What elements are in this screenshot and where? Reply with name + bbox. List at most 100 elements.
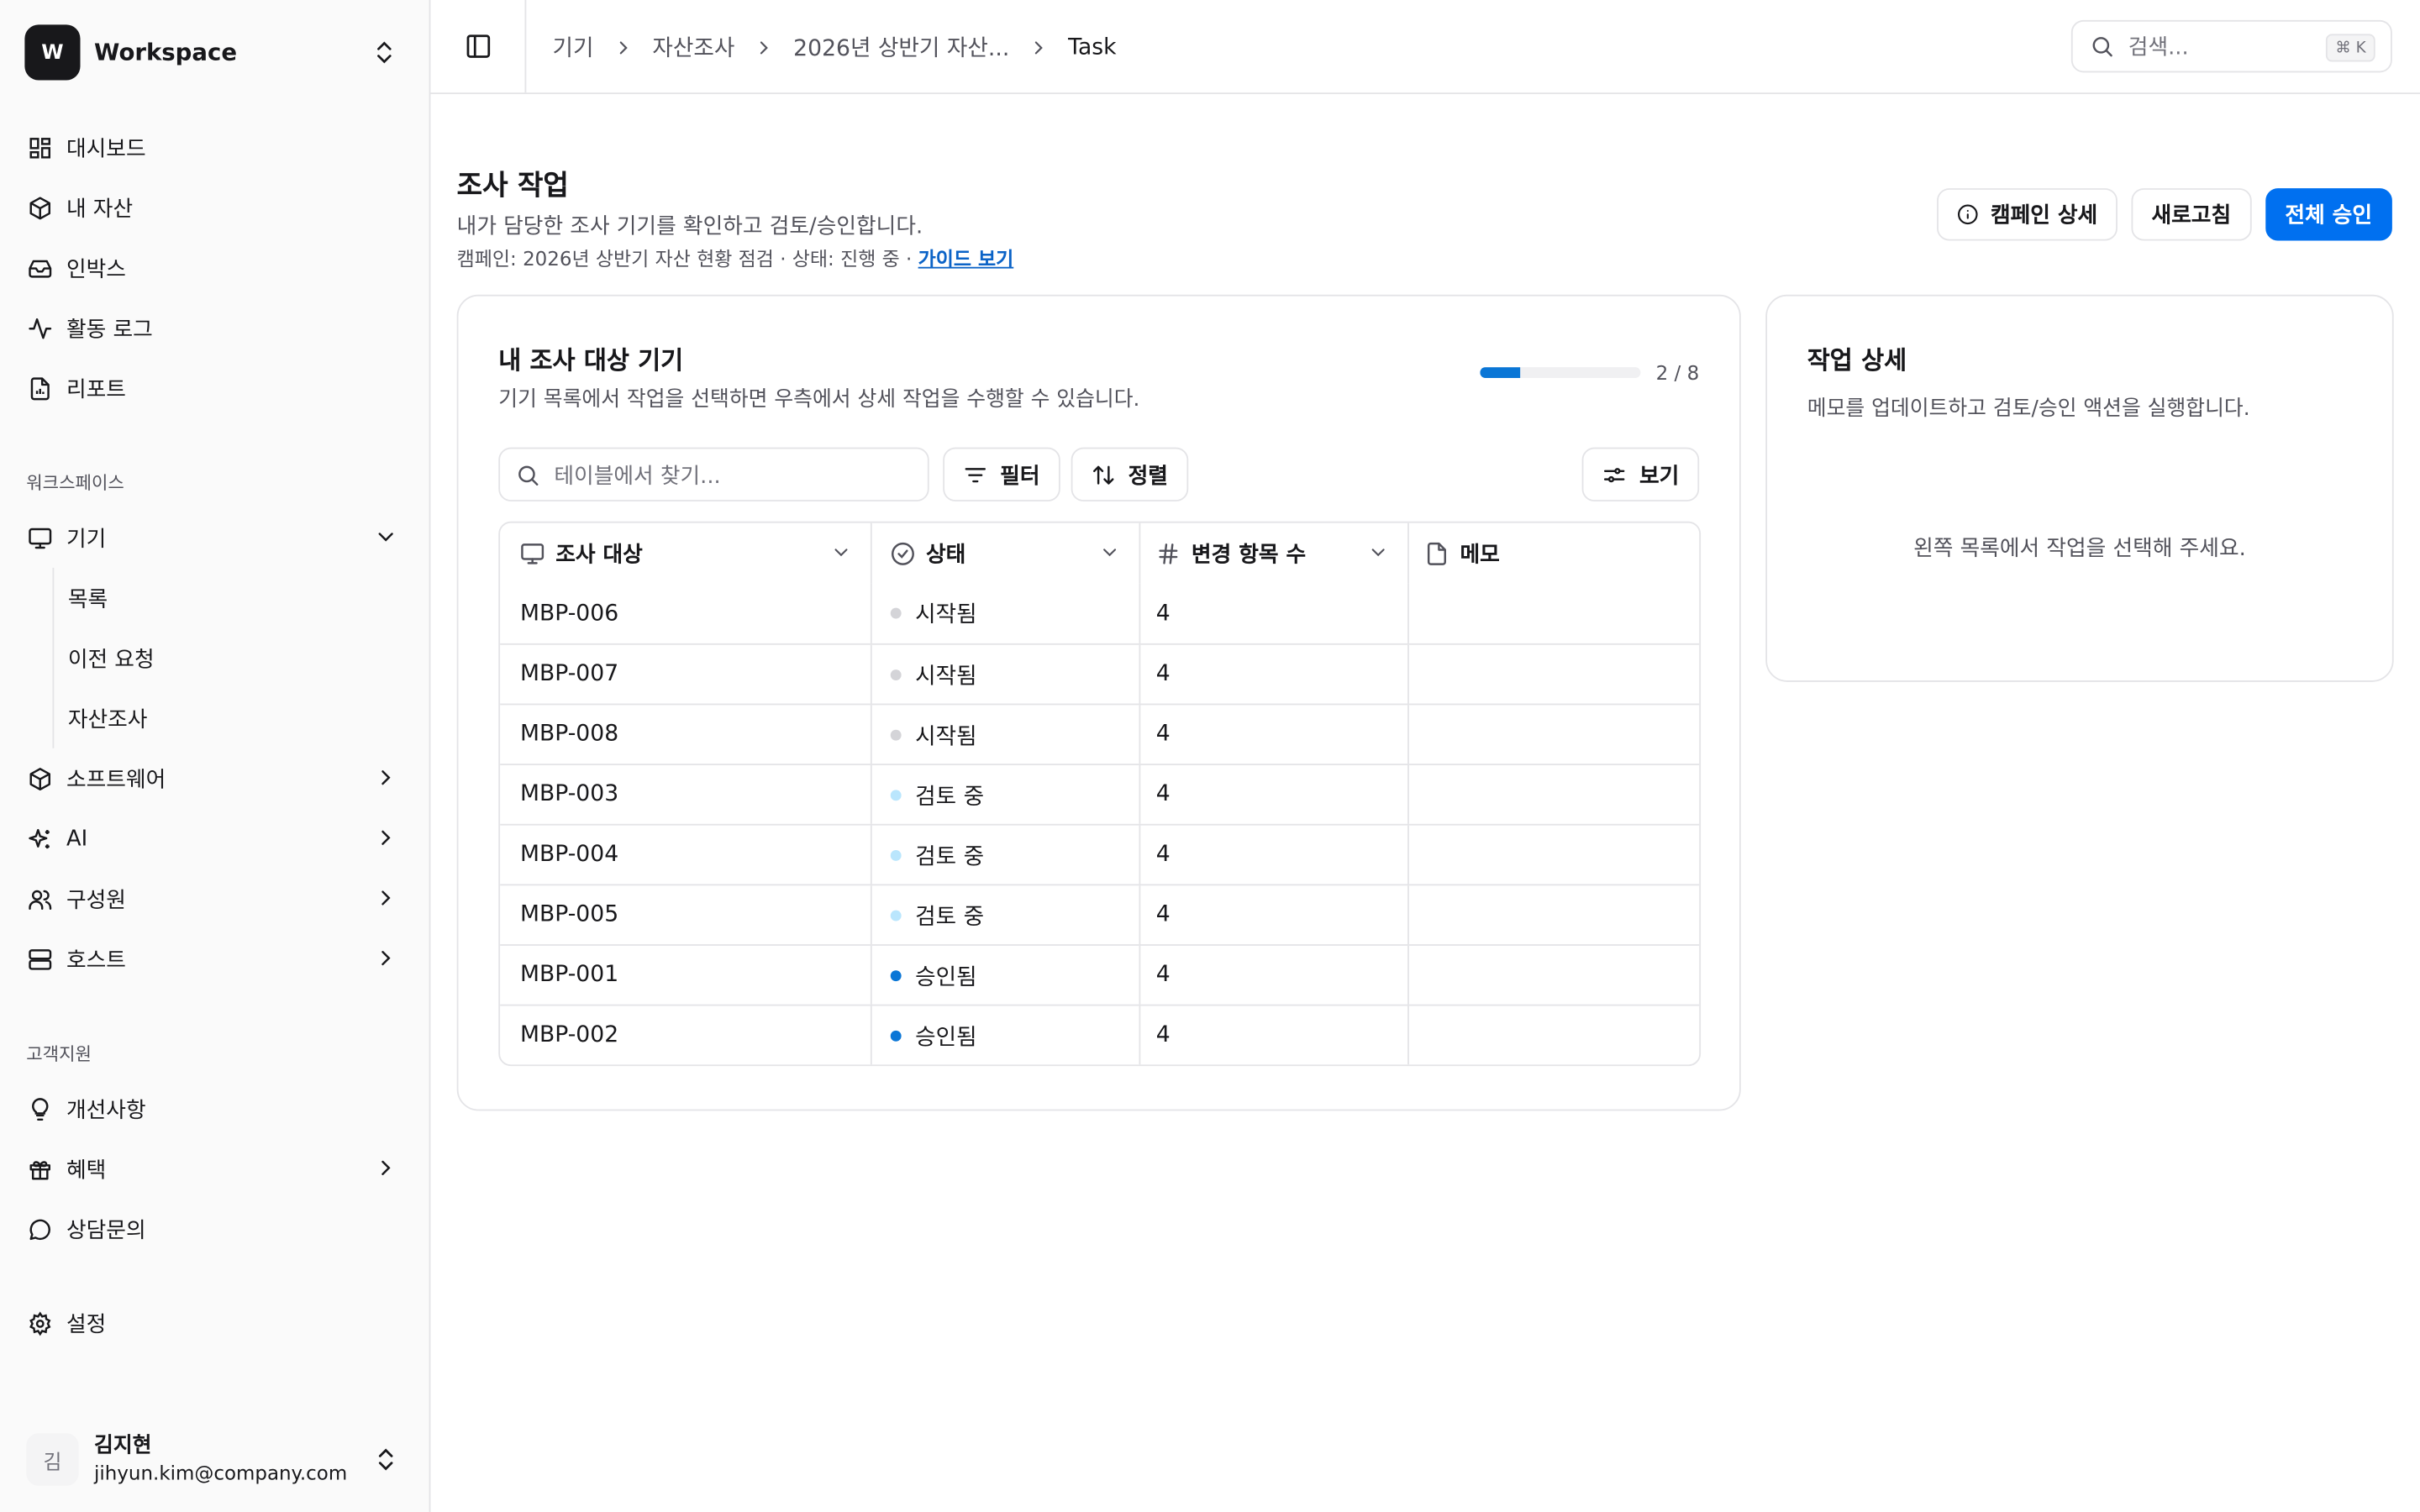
cell-memo[interactable] xyxy=(1407,583,1699,643)
sidebar-item-settings[interactable]: 설정 xyxy=(13,1293,417,1353)
cell-status: 시작됨 xyxy=(870,583,1139,643)
sort-button[interactable]: 정렬 xyxy=(1071,447,1188,501)
workspace-nav: 기기 목록 이전 요청 자산조사 소프트웨어 AI 구성원 호스트 xyxy=(13,507,417,989)
sidebar-item-label: 혜택 xyxy=(66,1158,107,1183)
status-badge: 검토 중 xyxy=(915,905,985,930)
campaign-detail-button[interactable]: 캠페인 상세 xyxy=(1936,188,2118,241)
filter-icon xyxy=(965,467,986,482)
sidebar-item-members[interactable]: 구성원 xyxy=(13,869,417,929)
status-dot xyxy=(890,789,902,801)
column-header-changes[interactable]: 변경 항목 수 xyxy=(1139,522,1407,584)
sidebar-subitem-asset-survey[interactable]: 자산조사 xyxy=(54,688,417,748)
breadcrumb-devices[interactable]: 기기 xyxy=(553,31,594,64)
cell-changes: 4 xyxy=(1139,885,1407,945)
sidebar-subitem-transfer-request[interactable]: 이전 요청 xyxy=(54,628,417,689)
sidebar-item-label: 소프트웨어 xyxy=(66,767,166,793)
chevron-right-icon xyxy=(760,40,769,54)
avatar: 김 xyxy=(26,1433,79,1486)
cell-memo[interactable] xyxy=(1407,644,1699,704)
table-row[interactable]: MBP-002 승인됨 4 xyxy=(500,1004,1700,1065)
lightbulb-icon xyxy=(26,1095,54,1122)
cell-changes: 4 xyxy=(1139,644,1407,704)
sidebar-item-improvements[interactable]: 개선사항 xyxy=(13,1079,417,1139)
table-row[interactable]: MBP-007 시작됨 4 xyxy=(500,643,1700,704)
filter-button[interactable]: 필터 xyxy=(943,447,1060,501)
card-description: 메모를 업데이트하고 검토/승인 액션을 실행합니다. xyxy=(1807,396,2250,422)
cell-changes: 4 xyxy=(1139,705,1407,764)
sidebar-item-report[interactable]: 리포트 xyxy=(13,358,417,418)
sidebar-item-software[interactable]: 소프트웨어 xyxy=(13,748,417,809)
monitor-icon xyxy=(521,543,544,564)
device-table: 조사 대상 상태 변경 항목 수 메모 MBP-006 시작됨 4 MBP-00… xyxy=(498,521,1702,1067)
sidebar-item-devices[interactable]: 기기 xyxy=(13,507,417,568)
status-badge: 시작됨 xyxy=(915,664,977,690)
column-label: 상태 xyxy=(926,542,966,567)
sidebar-item-label: 기기 xyxy=(66,527,107,552)
sidebar-item-consultation[interactable]: 상담문의 xyxy=(13,1199,417,1259)
sidebar-item-dashboard[interactable]: 대시보드 xyxy=(13,118,417,178)
guide-link[interactable]: 가이드 보기 xyxy=(918,247,1014,270)
sidebar-item-label: 내 자산 xyxy=(66,197,134,222)
workspace-logo: W xyxy=(24,24,81,81)
column-header-memo[interactable]: 메모 xyxy=(1407,522,1699,584)
column-header-target[interactable]: 조사 대상 xyxy=(500,523,871,584)
user-menu[interactable]: 김 김지현 jihyun.kim@company.com xyxy=(26,1429,406,1490)
sidebar-item-ai[interactable]: AI xyxy=(13,808,417,869)
cell-target: MBP-006 xyxy=(519,601,619,626)
cell-memo[interactable] xyxy=(1407,825,1699,885)
activity-icon xyxy=(26,314,54,342)
sidebar-subitem-list[interactable]: 목록 xyxy=(54,568,417,628)
column-header-status[interactable]: 상태 xyxy=(870,522,1139,584)
sidebar-toggle-button[interactable] xyxy=(430,0,527,93)
table-row[interactable]: MBP-003 검토 중 4 xyxy=(500,764,1700,824)
chevrons-up-down-icon xyxy=(377,41,392,64)
table-row[interactable]: MBP-005 검토 중 4 xyxy=(500,884,1700,945)
cell-changes: 4 xyxy=(1139,583,1407,643)
cell-memo[interactable] xyxy=(1407,705,1699,764)
sidebar-item-label: 목록 xyxy=(67,586,108,612)
sidebar-item-my-assets[interactable]: 내 자산 xyxy=(13,177,417,238)
table-search-input[interactable]: 테이블에서 찾기... xyxy=(498,447,929,501)
refresh-button[interactable]: 새로고침 xyxy=(2131,188,2251,241)
breadcrumb-campaign[interactable]: 2026년 상반기 자산... xyxy=(793,31,1009,64)
cell-status: 시작됨 xyxy=(870,705,1139,764)
breadcrumb-asset-survey[interactable]: 자산조사 xyxy=(652,31,734,64)
chevron-down-icon xyxy=(378,533,393,542)
chevron-down-icon xyxy=(834,549,848,557)
sidebar-item-activity-log[interactable]: 활동 로그 xyxy=(13,297,417,358)
table-row[interactable]: MBP-006 시작됨 4 xyxy=(500,583,1699,643)
cell-memo[interactable] xyxy=(1407,945,1699,1005)
cell-memo[interactable] xyxy=(1407,885,1699,945)
approve-all-button[interactable]: 전체 승인 xyxy=(2265,188,2392,241)
table-row[interactable]: MBP-008 시작됨 4 xyxy=(500,703,1700,764)
table-row[interactable]: MBP-004 검토 중 4 xyxy=(500,823,1700,885)
sidebar-item-label: 대시보드 xyxy=(66,136,146,161)
status-badge: 검토 중 xyxy=(915,784,985,810)
filter-label: 필터 xyxy=(1000,463,1040,489)
table-row[interactable]: MBP-001 승인됨 4 xyxy=(500,944,1700,1005)
sidebar-item-hosts[interactable]: 호스트 xyxy=(13,929,417,990)
cell-memo[interactable] xyxy=(1407,765,1699,824)
table-header-row: 조사 대상 상태 변경 항목 수 메모 xyxy=(500,522,1699,584)
cell-memo[interactable] xyxy=(1407,1005,1699,1065)
sidebar-item-benefits[interactable]: 혜택 xyxy=(13,1138,417,1199)
cell-target: MBP-001 xyxy=(519,963,619,988)
sidebar-item-inbox[interactable]: 인박스 xyxy=(13,238,417,298)
top-bar: 기기 자산조사 2026년 상반기 자산... Task 검색... ⌘ K xyxy=(430,0,2420,95)
box-icon xyxy=(26,194,54,222)
campaign-meta: 캠페인: 2026년 상반기 자산 현황 점검 · 상태: 진행 중 · 가이드… xyxy=(457,242,1014,271)
task-detail-card: 작업 상세 메모를 업데이트하고 검토/승인 액션을 실행합니다. 왼쪽 목록에… xyxy=(1765,294,2394,682)
workspace-switcher[interactable]: W Workspace xyxy=(24,24,404,81)
status-dot xyxy=(890,607,902,619)
view-options-button[interactable]: 보기 xyxy=(1582,447,1700,501)
search-placeholder: 검색... xyxy=(2128,35,2189,60)
sidebar-item-label: 설정 xyxy=(66,1312,107,1337)
global-search-input[interactable]: 검색... ⌘ K xyxy=(2070,19,2392,73)
breadcrumb: 기기 자산조사 2026년 상반기 자산... Task xyxy=(553,31,1117,64)
panel-left-icon xyxy=(466,34,490,58)
cell-target: MBP-005 xyxy=(519,902,619,927)
support-nav: 개선사항 혜택 상담문의 xyxy=(13,1079,417,1259)
card-title: 작업 상세 xyxy=(1807,345,1907,375)
sidebar-item-label: 리포트 xyxy=(66,377,126,402)
workspace-name: Workspace xyxy=(94,38,238,66)
